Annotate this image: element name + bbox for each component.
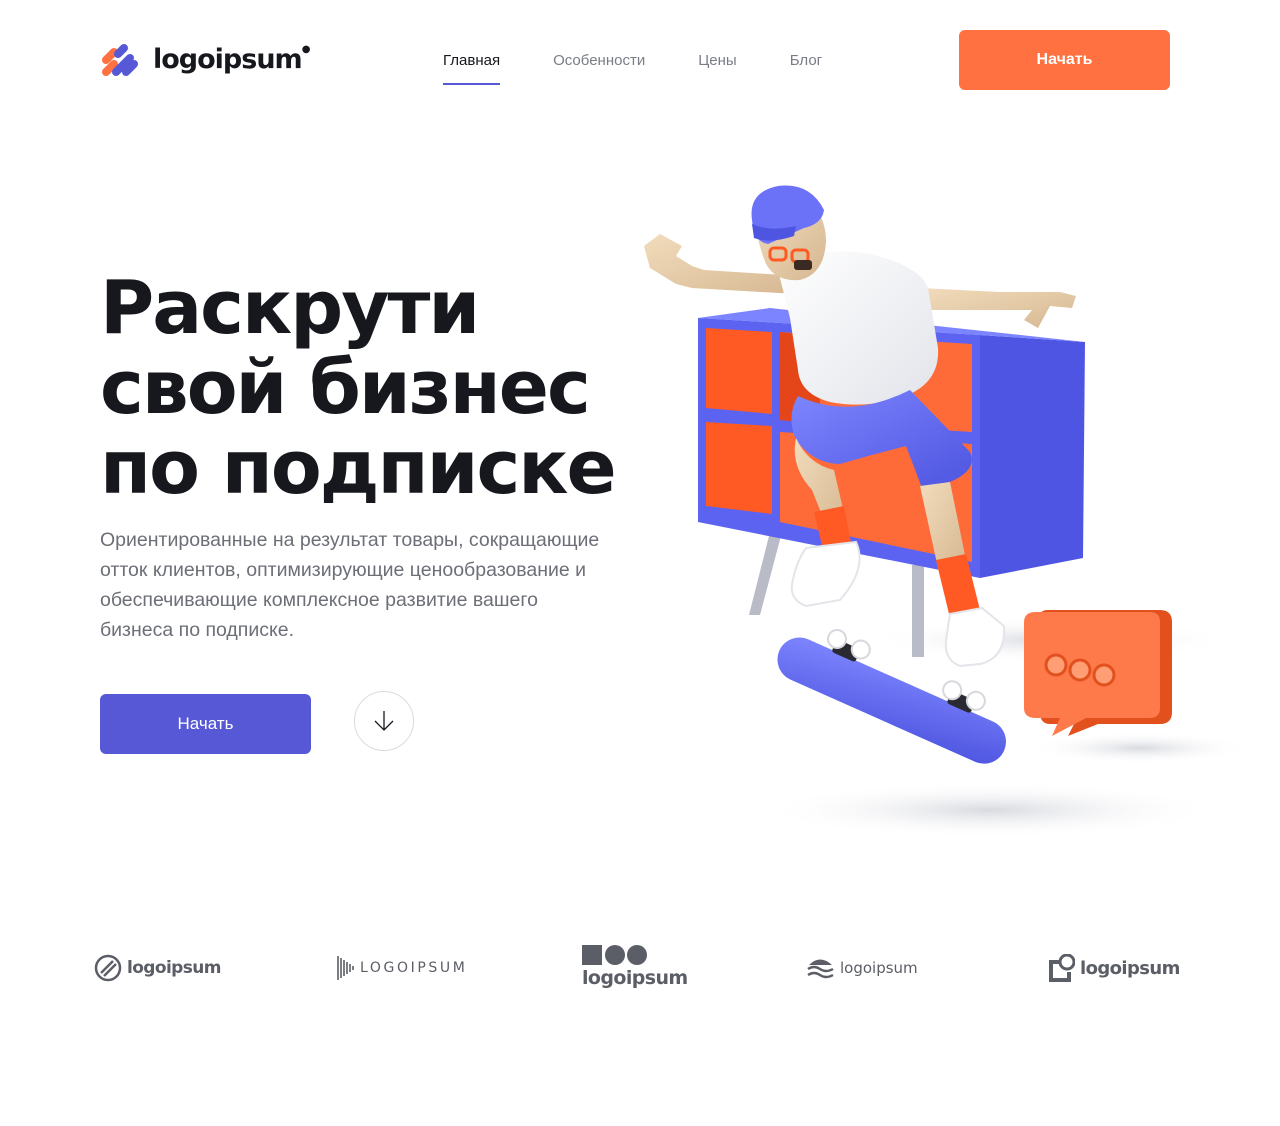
barcode-lines-icon xyxy=(337,956,354,980)
ground-shadow xyxy=(760,782,1220,838)
partner-name-2: LOGOIPSUM xyxy=(360,960,468,976)
site-header: logoipsum ● Главная Особенности Цены Блог… xyxy=(0,0,1280,120)
waves-icon xyxy=(807,959,834,979)
partner-logo-1: logoipsum xyxy=(94,954,221,982)
circle-stripes-icon xyxy=(94,954,122,982)
brand-logo[interactable]: logoipsum ● xyxy=(100,40,310,80)
hero-title-line-3: по подписке xyxy=(100,425,617,511)
bubble-shadow xyxy=(1030,732,1250,764)
shelf-cell-bottom-left xyxy=(706,422,772,514)
partner-logo-5: logoipsum xyxy=(1047,954,1180,982)
hero-title-line-2: свой бизнес xyxy=(100,345,591,431)
shelf-leg-right xyxy=(912,565,924,657)
shelf-leg-left xyxy=(749,532,782,615)
hero-title: Раскрути свой бизнес по подписке xyxy=(100,268,660,508)
nav-item-blog[interactable]: Блог xyxy=(790,50,822,85)
partner-name-3: logoipsum xyxy=(582,967,688,989)
square-circles-icon xyxy=(582,945,647,965)
hero-title-line-1: Раскрути xyxy=(100,265,480,351)
partner-name-4: logoipsum xyxy=(840,959,918,977)
hero-start-button[interactable]: Начать xyxy=(100,694,311,754)
main-nav: Главная Особенности Цены Блог xyxy=(443,50,875,85)
registered-mark: ● xyxy=(301,44,311,55)
chat-bubble-icon xyxy=(1024,610,1172,736)
logo-mark-icon xyxy=(102,44,138,76)
nav-item-pricing[interactable]: Цены xyxy=(698,50,737,85)
partner-name-1: logoipsum xyxy=(127,958,221,978)
nav-item-features[interactable]: Особенности xyxy=(553,50,645,85)
partner-logo-2: LOGOIPSUM xyxy=(336,954,467,982)
nav-item-home[interactable]: Главная xyxy=(443,50,501,85)
partner-logo-4: logoipsum xyxy=(807,956,918,980)
shelf-cell-top-left xyxy=(706,328,772,414)
brand-name: logoipsum xyxy=(153,44,303,75)
square-pin-icon xyxy=(1049,954,1075,982)
header-start-button[interactable]: Начать xyxy=(959,30,1170,90)
arrow-down-icon xyxy=(374,711,394,731)
hero-description: Ориентированные на результат товары, сок… xyxy=(100,529,600,641)
partner-name-5: logoipsum xyxy=(1080,957,1180,979)
hero-illustration xyxy=(644,185,1250,838)
shelf-right-face xyxy=(980,335,1085,578)
partner-logo-3: logoipsum xyxy=(582,944,688,989)
scroll-down-button[interactable] xyxy=(354,691,414,751)
